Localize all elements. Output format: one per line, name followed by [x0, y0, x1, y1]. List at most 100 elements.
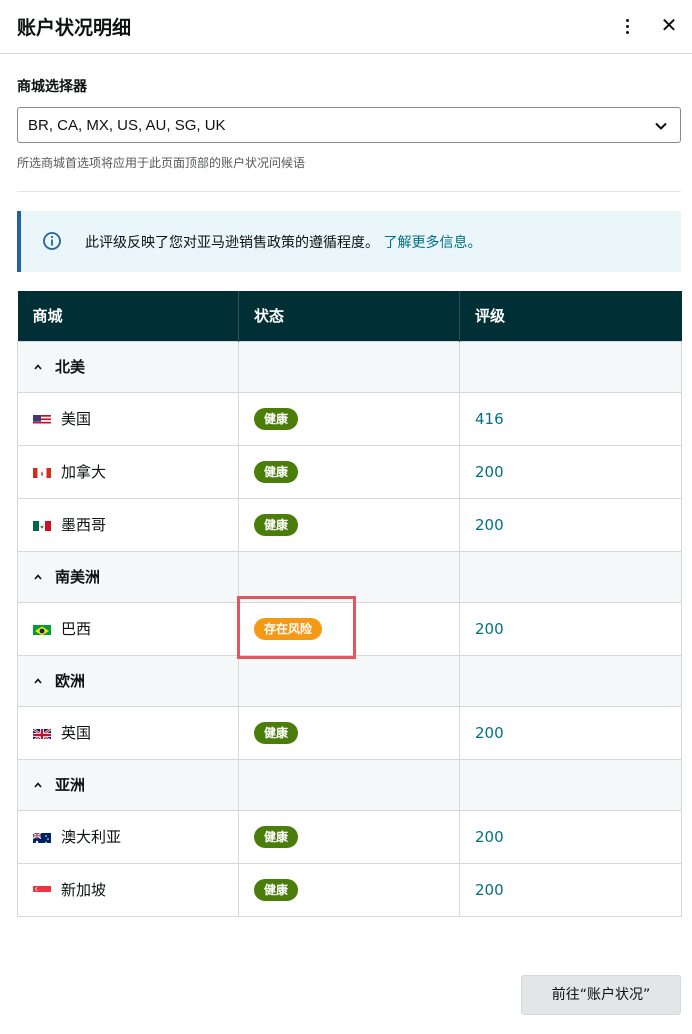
rating-cell: 200 [459, 497, 682, 552]
info-banner: 此评级反映了您对亚马逊销售政策的遵循程度。 了解更多信息。 [17, 211, 681, 272]
marketplace-name: 澳大利亚 [61, 828, 122, 846]
rating-link[interactable]: 200 [475, 463, 504, 481]
br-flag-icon [33, 623, 51, 635]
rating-cell: 200 [459, 862, 682, 917]
marketplace-cell: 澳大利亚 [17, 809, 239, 864]
ca-flag-icon [33, 466, 51, 478]
status-badge: 健康 [254, 460, 299, 483]
region-cell: 北美 [17, 340, 239, 393]
region-cell: 欧洲 [17, 654, 239, 707]
marketplace-cell: 英国 [17, 705, 239, 760]
uk-flag-icon [33, 727, 51, 739]
status-badge: 存在风险 [254, 617, 323, 640]
account-health-table: 商城 状态 评级 北美 美国 健康 416 加拿大 健康 200 墨西哥 健康 200 南美洲 巴西存… [17, 291, 682, 917]
chevron-up-icon [34, 363, 42, 370]
marketplace-select-value: BR, CA, MX, US, AU, SG, UK [28, 117, 226, 134]
marketplace-select[interactable]: BR, CA, MX, US, AU, SG, UK [17, 107, 681, 143]
info-icon [43, 232, 61, 250]
region-toggle[interactable]: 南美洲 [33, 566, 100, 587]
close-icon[interactable]: ✕ [657, 12, 681, 38]
marketplace-name: 英国 [61, 724, 92, 742]
status-cell: 健康 [238, 497, 460, 552]
region-rating-cell [459, 758, 682, 811]
chevron-up-icon [34, 573, 42, 580]
table-row: 新加坡 健康 200 [17, 862, 682, 917]
rating-cell: 200 [459, 809, 682, 864]
region-status-cell [238, 550, 460, 603]
status-badge: 健康 [254, 825, 299, 848]
marketplace-cell: 加拿大 [17, 444, 239, 499]
panel-title: 账户状况明细 [17, 17, 132, 39]
status-cell: 存在风险 [238, 601, 460, 656]
region-rating-cell [459, 550, 682, 603]
marketplace-name: 巴西 [61, 620, 92, 638]
chevron-up-icon [34, 677, 42, 684]
rating-cell: 200 [459, 444, 682, 499]
region-toggle[interactable]: 北美 [33, 356, 85, 377]
status-cell: 健康 [238, 705, 460, 760]
region-toggle[interactable]: 亚洲 [33, 774, 85, 795]
panel-header: 账户状况明细 ✕ [0, 0, 692, 54]
status-cell: 健康 [238, 809, 460, 864]
status-cell: 健康 [238, 862, 460, 917]
chevron-down-icon [655, 122, 667, 130]
table-row: 美国 健康 416 [17, 391, 682, 446]
divider [17, 191, 681, 192]
region-group-row[interactable]: 南美洲 [17, 550, 682, 603]
marketplace-helper-text: 所选商城首选项将应用于此页面顶部的账户状况问候语 [17, 156, 306, 170]
region-status-cell [238, 340, 460, 393]
region-status-cell [238, 758, 460, 811]
region-name: 南美洲 [55, 568, 101, 586]
table-row: 澳大利亚 健康 200 [17, 809, 682, 864]
status-cell: 健康 [238, 391, 460, 446]
marketplace-cell: 美国 [17, 391, 239, 446]
au-flag-icon [33, 831, 51, 843]
marketplace-name: 新加坡 [61, 881, 107, 899]
marketplace-name: 美国 [61, 410, 92, 428]
table-row: 巴西 存在风险 200 [17, 601, 682, 656]
column-header-marketplace: 商城 [17, 291, 239, 341]
table-row: 加拿大 健康 200 [17, 444, 682, 499]
status-cell: 健康 [238, 444, 460, 499]
status-badge: 健康 [254, 407, 299, 430]
rating-cell: 200 [459, 705, 682, 760]
rating-cell: 200 [459, 601, 682, 656]
sg-flag-icon [33, 884, 51, 896]
region-name: 北美 [55, 358, 86, 376]
region-rating-cell [459, 654, 682, 707]
marketplace-cell: 新加坡 [17, 862, 239, 917]
rating-link[interactable]: 200 [475, 881, 504, 899]
go-to-account-health-button[interactable]: 前往“账户状况” [521, 975, 681, 1015]
region-cell: 亚洲 [17, 758, 239, 811]
region-group-row[interactable]: 亚洲 [17, 758, 682, 811]
marketplace-cell: 墨西哥 [17, 497, 239, 552]
table-row: 英国 健康 200 [17, 705, 682, 760]
region-group-row[interactable]: 欧洲 [17, 654, 682, 707]
region-group-row[interactable]: 北美 [17, 340, 682, 393]
learn-more-link[interactable]: 了解更多信息。 [383, 235, 481, 251]
region-toggle[interactable]: 欧洲 [33, 670, 85, 691]
rating-link[interactable]: 200 [475, 724, 504, 742]
region-status-cell [238, 654, 460, 707]
region-cell: 南美洲 [17, 550, 239, 603]
rating-link[interactable]: 200 [475, 828, 504, 846]
marketplace-name: 墨西哥 [61, 516, 107, 534]
region-name: 欧洲 [55, 672, 86, 690]
rating-link[interactable]: 200 [475, 620, 504, 638]
status-badge: 健康 [254, 721, 299, 744]
rating-link[interactable]: 416 [475, 410, 504, 428]
column-header-status: 状态 [238, 291, 460, 341]
rating-cell: 416 [459, 391, 682, 446]
rating-link[interactable]: 200 [475, 516, 504, 534]
marketplace-cell: 巴西 [17, 601, 239, 656]
marketplace-selector-label: 商城选择器 [17, 79, 87, 95]
info-banner-message: 此评级反映了您对亚马逊销售政策的遵循程度。 [85, 235, 379, 251]
column-header-rating: 评级 [459, 291, 682, 341]
region-name: 亚洲 [55, 776, 86, 794]
kebab-menu-icon[interactable] [619, 14, 635, 38]
status-badge: 健康 [254, 513, 299, 536]
region-rating-cell [459, 340, 682, 393]
marketplace-name: 加拿大 [61, 463, 107, 481]
chevron-up-icon [34, 781, 42, 788]
mx-flag-icon [33, 519, 51, 531]
